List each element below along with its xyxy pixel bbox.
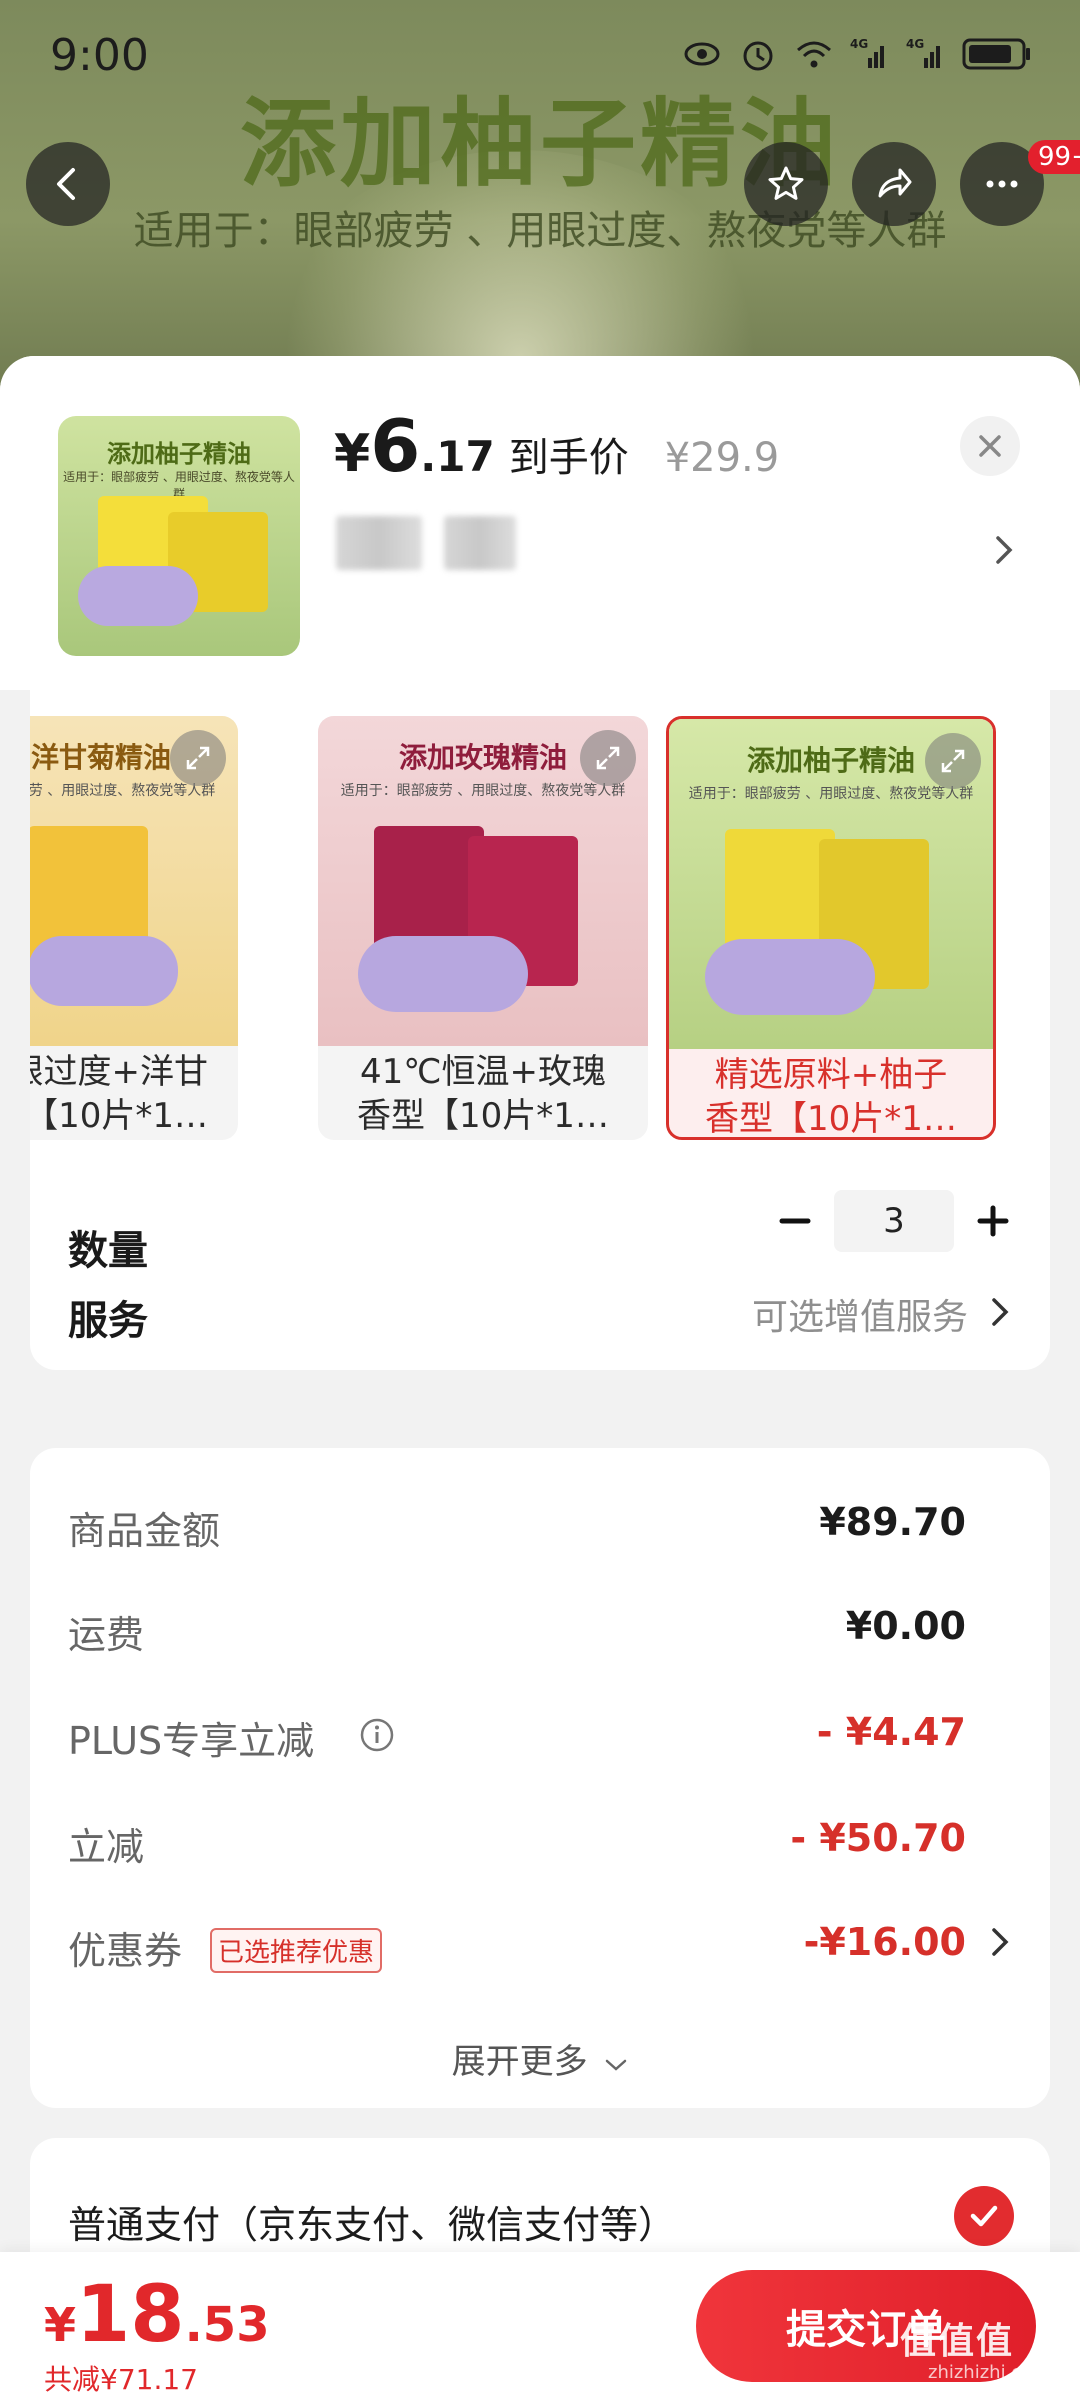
expand-image-button[interactable] [580, 730, 636, 786]
signal-4g-icon-2: 4G [906, 37, 940, 68]
watermark-url: zhizhizhi.com [928, 2362, 1050, 2383]
price-label: 到手价 [508, 435, 629, 481]
variant-label-line1: 41℃恒温+玫瑰 [360, 1052, 606, 1092]
alarm-icon [743, 41, 773, 71]
variant-label-line2: 菊香型【10片*1… [30, 1096, 208, 1136]
close-icon [979, 435, 1001, 457]
svg-text:4G: 4G [850, 37, 868, 51]
coupon-label: 优惠券 [68, 1929, 183, 1973]
expand-more-button[interactable]: 展开更多 [30, 2034, 1050, 2083]
more-dots-icon [986, 180, 1018, 188]
variant-card-rose[interactable]: 添加玫瑰精油 适用于：眼部疲劳 、用眼过度、熬夜党等人群 41℃恒温+玫瑰 香型… [318, 716, 648, 1140]
expand-image-button[interactable] [170, 730, 226, 786]
expand-more-label: 展开更多 [451, 2042, 588, 2082]
variant-carousel[interactable]: 添加洋甘菊精油 适用于：眼部疲劳 、用眼过度、熬夜党等人群 用眼过度+洋甘 菊香… [30, 690, 1050, 1246]
plus-icon [977, 1205, 1009, 1237]
chevron-right-icon[interactable] [988, 1294, 1012, 1330]
eye-icon [684, 42, 720, 66]
goods-amount-value: ¥89.70 [819, 1500, 966, 1544]
chevron-left-icon [57, 168, 75, 200]
svg-text:4G: 4G [906, 37, 924, 51]
variant-eye-mask [358, 936, 528, 1012]
original-price: ¥29.9 [664, 435, 780, 481]
price-symbol: ¥ [334, 424, 371, 484]
fee-breakdown-card: 商品金额 ¥89.70 运费 ¥0.00 PLUS专享立减 - ¥4.47 立减… [30, 1448, 1050, 2108]
info-icon[interactable] [358, 1716, 396, 1754]
expand-icon [941, 749, 965, 773]
quantity-decrease-button[interactable] [770, 1196, 820, 1246]
total-saved: 共减¥71.17 [44, 2363, 198, 2396]
service-label: 服务 [68, 1298, 148, 1344]
quantity-input[interactable]: 3 [834, 1190, 954, 1252]
back-button[interactable] [26, 142, 110, 226]
total-decimal: .53 [184, 2297, 270, 2353]
favorite-button[interactable] [744, 142, 828, 226]
signal-4g-icon: 4G [850, 37, 884, 68]
close-button[interactable] [960, 416, 1020, 476]
variant-label-line2: 香型【10片*1… [357, 1096, 609, 1136]
star-icon [768, 166, 804, 200]
service-card: 数量 服务 可选增值服务 [30, 1228, 1050, 1370]
instant-discount-value: - ¥50.70 [790, 1816, 966, 1860]
payment-method-label: 普通支付（京东支付、微信支付等） [68, 2203, 677, 2247]
payment-selected-radio[interactable] [954, 2186, 1014, 2246]
variant-eye-mask [30, 936, 178, 1006]
chevron-down-icon [606, 2059, 627, 2071]
price-row: ¥ 6 .17 到手价 ¥29.9 [334, 404, 779, 488]
expand-image-button[interactable] [925, 733, 981, 789]
variant-card-chamomile[interactable]: 添加洋甘菊精油 适用于：眼部疲劳 、用眼过度、熬夜党等人群 用眼过度+洋甘 菊香… [30, 716, 238, 1140]
wifi-icon [797, 41, 831, 68]
checkmark-icon [970, 2205, 998, 2227]
total-symbol: ¥ [44, 2298, 77, 2352]
selected-spec-blurred-2 [444, 516, 516, 570]
instant-discount-label: 立减 [68, 1825, 145, 1869]
plus-discount-value: - ¥4.47 [816, 1710, 966, 1754]
expand-icon [186, 746, 210, 770]
share-icon [878, 168, 912, 198]
quantity-increase-button[interactable] [968, 1196, 1018, 1246]
total-price: ¥ 18 .53 [44, 2270, 270, 2360]
plus-discount-label: PLUS专享立减 [68, 1719, 315, 1763]
variant-label-line1: 精选原料+柚子 [714, 1055, 948, 1095]
goods-amount-label: 商品金额 [68, 1509, 221, 1553]
shipping-value: ¥0.00 [845, 1604, 966, 1648]
status-time: 9:00 [50, 30, 149, 81]
chevron-right-icon[interactable] [988, 1924, 1012, 1960]
variant-eye-mask [705, 939, 875, 1015]
product-thumbnail[interactable]: 添加柚子精油 适用于：眼部疲劳 、用眼过度、熬夜党等人群 [58, 416, 300, 656]
selected-spec-blurred [336, 516, 422, 570]
status-bar: 9:00 4G 4G [0, 0, 1080, 110]
expand-icon [596, 746, 620, 770]
variant-label-line2: 香型【10片*1… [705, 1099, 957, 1139]
status-icons: 4G 4G [682, 34, 1032, 74]
message-badge: 99+ [1028, 140, 1080, 174]
quantity-label: 数量 [68, 1228, 148, 1274]
sheet-header: 添加柚子精油 适用于：眼部疲劳 、用眼过度、熬夜党等人群 ¥ 6 .17 到手价… [0, 356, 1080, 690]
price-integer: 6 [370, 404, 421, 488]
thumbnail-title: 添加柚子精油 [107, 440, 251, 468]
shipping-label: 运费 [68, 1613, 145, 1657]
variant-label-line1: 用眼过度+洋甘 [30, 1052, 208, 1092]
thumbnail-eye-mask [78, 566, 198, 626]
coupon-value[interactable]: -¥16.00 [804, 1920, 966, 1964]
chevron-right-icon[interactable] [992, 532, 1016, 568]
watermark-logo: 值值值 [900, 2321, 1015, 2362]
battery-icon [962, 38, 1030, 70]
variant-card-pomelo[interactable]: 添加柚子精油 适用于：眼部疲劳 、用眼过度、熬夜党等人群 精选原料+柚子 香型【… [666, 716, 996, 1140]
minus-icon [779, 1218, 811, 1224]
total-integer: 18 [76, 2270, 185, 2360]
coupon-recommended-tag: 已选推荐优惠 [210, 1928, 383, 1973]
price-decimal: .17 [420, 432, 495, 481]
share-button[interactable] [852, 142, 936, 226]
service-hint[interactable]: 可选增值服务 [752, 1288, 968, 1340]
